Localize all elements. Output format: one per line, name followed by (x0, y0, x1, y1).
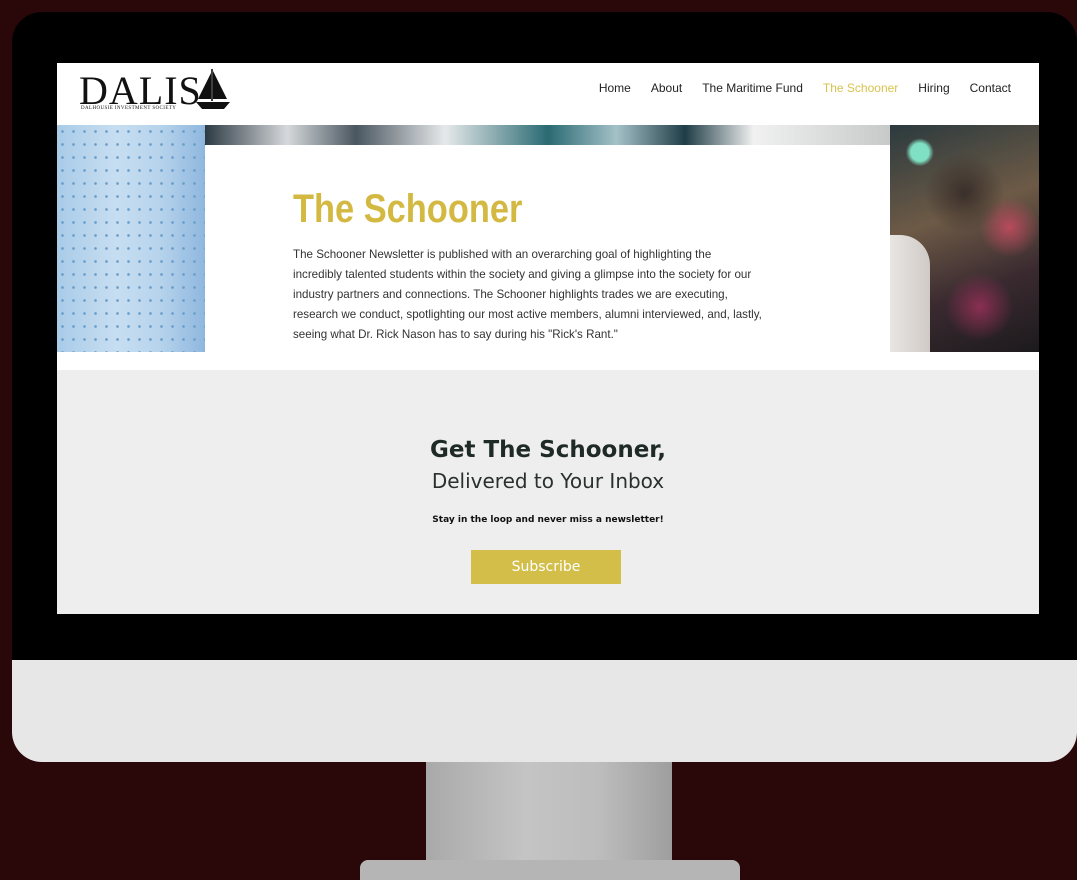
hero-description: The Schooner Newsletter is published wit… (293, 248, 762, 341)
monitor-stand-foot (360, 860, 740, 880)
nav-item-contact[interactable]: Contact (970, 80, 1011, 96)
main-nav: Home About The Maritime Fund The Schoone… (579, 80, 1011, 96)
nav-item-hiring[interactable]: Hiring (918, 80, 949, 96)
subscribe-heading: Get The Schooner, (430, 437, 666, 463)
monitor-screen: DALIS DALHOUSIE INVESTMENT SOCIETY Home … (57, 63, 1039, 614)
subscribe-subheading: Delivered to Your Inbox (431, 469, 665, 493)
page-title: The Schooner (293, 187, 523, 231)
hero-background-top-image (205, 125, 891, 145)
nav-item-home[interactable]: Home (599, 80, 631, 96)
site-header: DALIS DALHOUSIE INVESTMENT SOCIETY Home … (57, 63, 1039, 125)
nav-item-about[interactable]: About (651, 80, 682, 96)
logo-subtext: DALHOUSIE INVESTMENT SOCIETY (81, 106, 177, 111)
hero-card: The Schooner The Schooner Newsletter is … (205, 145, 890, 352)
hero-background-right-image (890, 125, 1039, 352)
nav-item-the-schooner[interactable]: The Schooner (823, 80, 898, 96)
hero-background-left-image (57, 125, 205, 352)
hero-section: The Schooner The Schooner Newsletter is … (57, 125, 1039, 352)
subscribe-section: Get The Schooner, Delivered to Your Inbo… (57, 370, 1039, 614)
nav-item-maritime-fund[interactable]: The Maritime Fund (702, 80, 803, 96)
subscribe-button[interactable]: Subscribe (471, 550, 621, 584)
sailboat-icon (196, 69, 230, 109)
subscribe-tagline: Stay in the loop and never miss a newsle… (432, 515, 664, 525)
hero-person-figure (890, 235, 930, 352)
